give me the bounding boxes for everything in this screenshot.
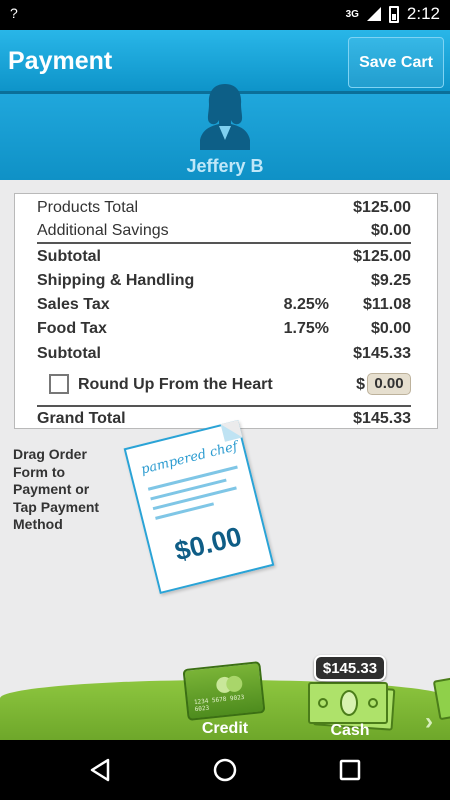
cash-corner-circle [318, 698, 328, 708]
round-up-amount-input[interactable]: 0.00 [367, 373, 411, 395]
credit-card-icon[interactable]: 1234 5678 9023 6023 [182, 661, 266, 721]
card-number: 1234 5678 9023 6023 [193, 693, 245, 714]
shipping-label: Shipping & Handling [37, 272, 195, 289]
order-form-amount: $0.00 [171, 521, 245, 567]
drag-instruction: Drag Order Form to Payment or Tap Paymen… [13, 446, 100, 532]
cash-label[interactable]: Cash [310, 722, 390, 740]
round-up-row: Round Up From the Heart $ 0.00 [37, 373, 411, 396]
food-tax-row: Food Tax 1.75% $0.00 [37, 318, 411, 340]
additional-savings-label: Additional Savings [37, 222, 169, 239]
sales-tax-rate: 8.25% [283, 296, 329, 313]
divider [37, 242, 411, 244]
additional-savings-row: Additional Savings $0.00 [37, 220, 411, 242]
cell-signal-icon [366, 7, 381, 21]
shipping-row: Shipping & Handling $9.25 [37, 270, 411, 292]
battery-icon [388, 5, 399, 23]
profile-band: Jeffery B [0, 84, 450, 180]
page-title: Payment [8, 47, 113, 75]
cash-portrait-oval [340, 690, 358, 716]
round-up-currency: $ [356, 376, 365, 393]
order-totals-panel: Products Total $125.00 Additional Saving… [14, 193, 438, 429]
sales-tax-value: $11.08 [362, 296, 411, 313]
additional-savings-value: $0.00 [370, 222, 411, 239]
customer-name[interactable]: Jeffery B [0, 156, 450, 177]
cash-amount-badge: $145.33 [314, 655, 386, 681]
grand-total-value: $145.33 [353, 410, 411, 427]
food-tax-value: $0.00 [370, 320, 411, 337]
chevron-right-icon[interactable]: › [425, 708, 433, 736]
pampered-chef-logo: pampered chef [139, 439, 240, 478]
system-nav-bar [0, 740, 450, 800]
sales-tax-label: Sales Tax [37, 296, 110, 313]
network-type-indicator: 3G [345, 8, 359, 20]
order-form-draggable[interactable]: pampered chef $0.00 [123, 419, 275, 595]
round-up-label: Round Up From the Heart [78, 376, 273, 393]
subtotal-row: Subtotal $125.00 [37, 246, 411, 268]
signal-unknown-icon: ? [10, 5, 18, 21]
save-cart-button[interactable]: Save Cart [348, 37, 444, 88]
food-tax-label: Food Tax [37, 320, 107, 337]
sales-tax-row: Sales Tax 8.25% $11.08 [37, 294, 411, 316]
credit-label[interactable]: Credit [185, 720, 265, 738]
subtotal-value: $125.00 [353, 248, 411, 265]
clock: 2:12 [406, 4, 440, 23]
back-icon[interactable] [86, 756, 114, 784]
products-total-row: Products Total $125.00 [37, 197, 411, 219]
shipping-value: $9.25 [370, 272, 411, 289]
recents-icon[interactable] [336, 756, 364, 784]
cash-icon[interactable] [308, 682, 388, 724]
products-total-value: $125.00 [353, 199, 411, 216]
food-tax-rate: 1.75% [283, 320, 329, 337]
subtotal-label: Subtotal [37, 248, 101, 265]
subtotal-after-tax-value: $145.33 [353, 345, 411, 362]
subtotal-after-tax-row: Subtotal $145.33 [37, 343, 411, 365]
status-bar: ? 3G 2:12 [0, 0, 450, 30]
grand-total-label: Grand Total [37, 410, 126, 427]
status-icons: 3G 2:12 [346, 4, 440, 24]
home-icon[interactable] [211, 756, 239, 784]
divider [37, 405, 411, 407]
cash-corner-circle [368, 698, 378, 708]
round-up-checkbox[interactable] [49, 374, 69, 394]
subtotal-after-tax-label: Subtotal [37, 345, 101, 362]
person-silhouette-icon [200, 84, 250, 150]
products-total-label: Products Total [37, 199, 139, 216]
card-logo-circle [225, 675, 244, 693]
